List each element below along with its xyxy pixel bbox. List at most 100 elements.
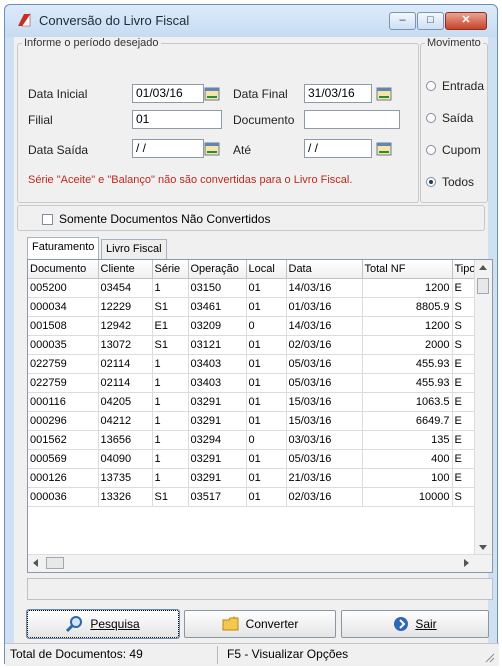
- sair-button[interactable]: Sair: [341, 610, 489, 638]
- table-cell: 6649.7: [362, 411, 453, 431]
- magnifier-icon: [66, 616, 83, 633]
- radio-todos[interactable]: Todos: [426, 175, 474, 189]
- title-bar[interactable]: Conversão do Livro Fiscal – □ ✕: [5, 5, 497, 37]
- table-cell: 400: [362, 449, 453, 469]
- col-header-total-nf[interactable]: Total NF: [362, 260, 453, 279]
- converter-label: Converter: [245, 617, 299, 631]
- table-row[interactable]: 001562 13656 1 03294 0 03/03/16 135 E: [28, 430, 479, 450]
- main-window: Conversão do Livro Fiscal – □ ✕ Informe …: [4, 4, 499, 666]
- data-inicial-label: Data Inicial: [28, 87, 88, 101]
- table-row[interactable]: 001508 12942 E1 03209 0 14/03/16 1200 S: [28, 316, 479, 336]
- table-row[interactable]: 000116 04205 1 03291 01 15/03/16 1063.5 E: [28, 392, 479, 412]
- table-cell: 1200: [362, 316, 453, 336]
- maximize-button[interactable]: □: [417, 12, 444, 30]
- col-header-serie[interactable]: Série: [152, 260, 189, 279]
- table-cell: 03291: [188, 411, 247, 431]
- scroll-right-icon[interactable]: [464, 559, 470, 567]
- table-cell: 02/03/16: [286, 335, 363, 355]
- table-cell: 000036: [28, 487, 99, 507]
- tab-livro-fiscal[interactable]: Livro Fiscal: [101, 239, 167, 259]
- table-cell: 000126: [28, 468, 99, 488]
- radio-label: Todos: [442, 175, 475, 189]
- table-cell: S1: [152, 335, 189, 355]
- radio-entrada[interactable]: Entrada: [426, 79, 484, 93]
- table-cell: 05/03/16: [286, 373, 363, 393]
- table-cell: 1: [152, 449, 189, 469]
- table-cell: 000034: [28, 297, 99, 317]
- radio-label: Cupom: [442, 143, 481, 157]
- table-cell: 022759: [28, 373, 99, 393]
- table-cell: 01: [246, 373, 287, 393]
- calendar-icon[interactable]: [376, 141, 392, 157]
- col-header-documento[interactable]: Documento: [28, 260, 99, 279]
- table-cell: 03291: [188, 392, 247, 412]
- table-cell: 1: [152, 354, 189, 374]
- table-cell: 21/03/16: [286, 468, 363, 488]
- table-row[interactable]: 000296 04212 1 03291 01 15/03/16 6649.7 E: [28, 411, 479, 431]
- col-header-data[interactable]: Data: [286, 260, 363, 279]
- table-cell: 01: [246, 449, 287, 469]
- table-cell: 01: [246, 297, 287, 317]
- table-row[interactable]: 022759 02114 1 03403 01 05/03/16 455.93 E: [28, 354, 479, 374]
- table-cell: 01: [246, 468, 287, 488]
- minimize-button[interactable]: –: [389, 12, 416, 30]
- movimento-legend: Movimento: [427, 37, 481, 49]
- resize-grip-icon[interactable]: [483, 651, 495, 663]
- table-cell: 1: [152, 430, 189, 450]
- filial-label: Filial: [28, 113, 53, 127]
- data-saida-input[interactable]: / /: [132, 139, 204, 158]
- table-cell: 03209: [188, 316, 247, 336]
- filial-input[interactable]: 01: [132, 110, 222, 129]
- table-row[interactable]: 000036 13326 S1 03517 01 02/03/16 10000 S: [28, 487, 479, 507]
- data-final-input[interactable]: 31/03/16: [304, 84, 372, 103]
- somente-checkbox[interactable]: Somente Documentos Não Convertidos: [42, 212, 270, 226]
- table-cell: 05/03/16: [286, 354, 363, 374]
- documento-input[interactable]: [304, 110, 400, 129]
- col-header-operacao[interactable]: Operação: [188, 260, 247, 279]
- table-cell: 03454: [98, 278, 153, 298]
- pesquisa-button[interactable]: Pesquisa: [26, 609, 180, 639]
- radio-label: Saída: [442, 111, 474, 125]
- table-row[interactable]: 000035 13072 S1 03121 01 02/03/16 2000 S: [28, 335, 479, 355]
- status-hint: F5 - Visualizar Opções: [227, 647, 349, 661]
- table-cell: 0: [246, 316, 287, 336]
- table-row[interactable]: 000034 12229 S1 03461 01 01/03/16 8805.9 S: [28, 297, 479, 317]
- checkbox-box[interactable]: [42, 213, 53, 225]
- calendar-icon[interactable]: [376, 86, 392, 102]
- ate-label: Até: [233, 143, 252, 157]
- converter-button[interactable]: Converter: [184, 610, 336, 638]
- scroll-left-icon[interactable]: [33, 559, 39, 567]
- vertical-scroll-thumb[interactable]: [477, 278, 489, 294]
- calendar-icon[interactable]: [204, 86, 220, 102]
- radio-cupom[interactable]: Cupom: [426, 143, 481, 157]
- vertical-scrollbar[interactable]: [474, 260, 492, 556]
- ate-input[interactable]: / /: [304, 139, 372, 158]
- table-cell: 8805.9: [362, 297, 453, 317]
- table-cell: 1: [152, 468, 189, 488]
- radio-circle[interactable]: [426, 145, 436, 155]
- table-cell: 000296: [28, 411, 99, 431]
- table-row[interactable]: 000126 13735 1 03291 01 21/03/16 100 E: [28, 468, 479, 488]
- table-row[interactable]: 022759 02114 1 03403 01 05/03/16 455.93 E: [28, 373, 479, 393]
- table-row[interactable]: 005200 03454 1 03150 01 14/03/16 1200 E: [28, 278, 479, 298]
- data-inicial-input[interactable]: 01/03/16: [132, 84, 204, 103]
- tab-faturamento[interactable]: Faturamento: [27, 237, 100, 259]
- col-header-cliente[interactable]: Cliente: [98, 260, 153, 279]
- documents-table[interactable]: Documento Cliente Série Operação Local D…: [27, 259, 493, 573]
- horizontal-scrollbar[interactable]: [28, 554, 492, 572]
- table-cell: 1: [152, 392, 189, 412]
- table-row[interactable]: 000569 04090 1 03291 01 05/03/16 400 E: [28, 449, 479, 469]
- close-button[interactable]: ✕: [445, 12, 487, 30]
- radio-circle-selected[interactable]: [426, 177, 436, 187]
- calendar-icon[interactable]: [204, 141, 220, 157]
- somente-label: Somente Documentos Não Convertidos: [59, 212, 271, 226]
- col-header-local[interactable]: Local: [246, 260, 287, 279]
- horizontal-scroll-thumb[interactable]: [46, 557, 64, 569]
- scroll-up-icon[interactable]: [479, 265, 487, 271]
- scroll-down-icon[interactable]: [479, 545, 487, 551]
- radio-circle[interactable]: [426, 81, 436, 91]
- table-cell: 02114: [98, 373, 153, 393]
- radio-saida[interactable]: Saída: [426, 111, 473, 125]
- table-cell: 2000: [362, 335, 453, 355]
- radio-circle[interactable]: [426, 113, 436, 123]
